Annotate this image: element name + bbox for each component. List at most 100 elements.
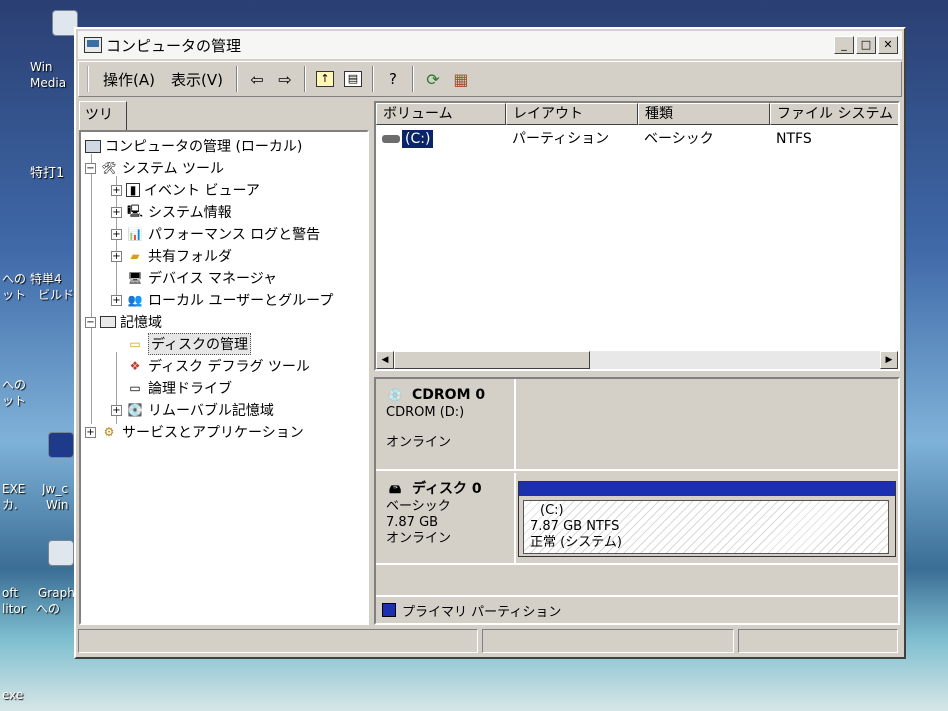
event-viewer-icon: ▮ [126, 183, 140, 197]
expand-icon[interactable]: + [111, 228, 122, 240]
desktop-icon-graph[interactable] [48, 540, 74, 566]
tree-item-disk-defrag[interactable]: ❖ ディスク デフラグ ツール [126, 356, 310, 376]
help-icon: ? [388, 70, 397, 88]
back-arrow-icon: ⇦ [250, 69, 264, 89]
minimize-button[interactable]: _ [834, 36, 854, 54]
maximize-button[interactable]: □ [856, 36, 876, 54]
title-bar[interactable]: コンピュータの管理 _ □ ✕ [78, 31, 902, 59]
volume-cell: (C:) [402, 130, 434, 148]
disk-management-icon: ▭ [129, 337, 141, 351]
horizontal-scrollbar[interactable]: ◀ ▶ [376, 351, 898, 369]
refresh-button[interactable]: ⟳ [421, 67, 445, 91]
menu-action[interactable]: 操作(A) [95, 69, 163, 90]
list-header: ボリューム レイアウト 種類 ファイル システム [376, 103, 898, 125]
status-bar [78, 629, 902, 655]
cdrom-icon: 💿 [387, 388, 403, 402]
table-row[interactable]: (C:) パーティション ベーシック NTFS [376, 129, 890, 149]
users-icon: 👥 [127, 293, 143, 307]
system-tools-icon: 🛠 [101, 161, 117, 175]
expand-icon[interactable]: + [85, 426, 96, 438]
tree-item-removable-storage[interactable]: + 💽 リムーバブル記憶域 [111, 400, 274, 420]
services-icon: ⚙ [103, 425, 115, 439]
cdrom-area [518, 379, 898, 469]
toolbar-separator [411, 66, 414, 92]
scroll-right-icon[interactable]: ▶ [880, 351, 898, 369]
forward-button[interactable]: ⇨ [273, 67, 297, 91]
menu-toolbar: 操作(A) 表示(V) ⇦ ⇨ ↑ ▤ ? ⟳ ▦ [78, 61, 902, 97]
collapse-icon[interactable]: − [85, 162, 96, 174]
partition-c[interactable]: (C:) 7.87 GB NTFS 正常 (システム) [518, 481, 896, 557]
tree-item-local-users[interactable]: + 👥 ローカル ユーザーとグループ [111, 290, 333, 310]
folder-up-icon: ↑ [315, 71, 334, 87]
cdrom-type: CDROM (D:) [386, 405, 465, 420]
tree-pane-icon: ▤ [343, 71, 362, 87]
tree-item-disk-management[interactable]: ▭ ディスクの管理 [126, 333, 252, 355]
menu-view[interactable]: 表示(V) [163, 69, 231, 90]
scroll-thumb[interactable] [394, 351, 590, 369]
column-header-volume[interactable]: ボリューム [376, 103, 506, 125]
help-button[interactable]: ? [381, 67, 405, 91]
up-one-level-button[interactable]: ↑ [313, 67, 337, 91]
system-info-icon: 🖳 [126, 203, 143, 218]
disk0-name: ディスク 0 [412, 481, 482, 497]
column-header-filesystem[interactable]: ファイル システム [770, 103, 898, 125]
tree-item-computer-management[interactable]: コンピュータの管理 (ローカル) [85, 136, 302, 156]
expand-icon[interactable]: + [111, 206, 122, 218]
computer-management-icon [84, 37, 102, 53]
tree-item-logical-drives[interactable]: ▭ 論理ドライブ [126, 378, 232, 398]
partition-size: 7.87 GB NTFS [530, 519, 620, 534]
column-header-layout[interactable]: レイアウト [506, 103, 638, 125]
computer-management-window: コンピュータの管理 _ □ ✕ 操作(A) 表示(V) ⇦ ⇨ ↑ ▤ ? ⟳ … [74, 27, 906, 659]
tree-item-event-viewer[interactable]: + ▮ イベント ビューア [111, 180, 260, 200]
legend: プライマリ パーティション [376, 595, 898, 623]
close-button[interactable]: ✕ [878, 36, 898, 54]
forward-arrow-icon: ⇨ [278, 69, 292, 89]
legend-primary-label: プライマリ パーティション [402, 604, 562, 620]
desktop-icon-jw-cad[interactable] [48, 432, 74, 458]
performance-icon: 📊 [127, 227, 143, 241]
disk0-status: オンライン [386, 531, 452, 546]
hard-disk-icon: 🖴 [388, 482, 402, 496]
removable-storage-icon: 💽 [127, 403, 143, 417]
legend-swatch-primary [382, 603, 396, 617]
scroll-left-icon[interactable]: ◀ [376, 351, 394, 369]
back-button[interactable]: ⇦ [245, 67, 269, 91]
toolbar-separator [235, 66, 238, 92]
expand-icon[interactable]: + [111, 184, 122, 196]
tree-item-system-tools[interactable]: − 🛠 システム ツール [85, 158, 224, 178]
disk-graphical-view: 💿 CDROM 0 CDROM (D:) オンライン 🖴 ディスク 0 ベーシッ… [374, 377, 900, 625]
tree-item-system-info[interactable]: + 🖳 システム情報 [111, 202, 232, 222]
disk0-type: ベーシック [386, 499, 451, 514]
tree-item-device-manager[interactable]: 🖥 デバイス マネージャ [126, 268, 277, 288]
status-pane-2 [482, 629, 734, 653]
tree-item-performance-logs[interactable]: + 📊 パフォーマンス ログと警告 [111, 224, 320, 244]
desktop-label: ット [2, 394, 27, 408]
expand-icon[interactable]: + [111, 404, 122, 416]
tree-view: コンピュータの管理 (ローカル) − 🛠 システム ツール + ▮ イベント ビ… [79, 130, 369, 625]
properties-button[interactable]: ▦ [449, 67, 473, 91]
menu-bar: 操作(A) 表示(V) [87, 66, 231, 92]
expand-icon[interactable]: + [111, 250, 122, 262]
logical-drive-icon: ▭ [129, 381, 141, 395]
volume-list: ボリューム レイアウト 種類 ファイル システム (C:) パーティション ベー… [374, 101, 900, 371]
desktop-label: への [2, 378, 27, 392]
tree-tab[interactable]: ツリー [79, 101, 127, 149]
show-hide-tree-button[interactable]: ▤ [341, 67, 365, 91]
tree-item-services-apps[interactable]: + ⚙ サービスとアプリケーション [85, 422, 304, 442]
column-header-type[interactable]: 種類 [638, 103, 770, 125]
drive-icon [382, 135, 400, 143]
storage-icon [100, 316, 116, 328]
status-pane-1 [78, 629, 478, 653]
device-manager-icon: 🖥 [127, 271, 143, 285]
layout-cell: パーティション [512, 131, 610, 147]
disk-row-cdrom[interactable]: 💿 CDROM 0 CDROM (D:) オンライン [376, 379, 898, 471]
properties-icon: ▦ [453, 69, 469, 89]
collapse-icon[interactable]: − [85, 316, 96, 328]
desktop-label: Win [30, 60, 53, 74]
disk-row-disk0[interactable]: 🖴 ディスク 0 ベーシック 7.87 GB オンライン (C:) 7.87 G… [376, 473, 898, 565]
tree-item-storage[interactable]: − 記憶域 [85, 312, 162, 332]
toolbar-separator [303, 66, 306, 92]
tree-item-shared-folders[interactable]: + ▰ 共有フォルダ [111, 246, 232, 266]
computer-icon [85, 139, 101, 153]
expand-icon[interactable]: + [111, 294, 122, 306]
